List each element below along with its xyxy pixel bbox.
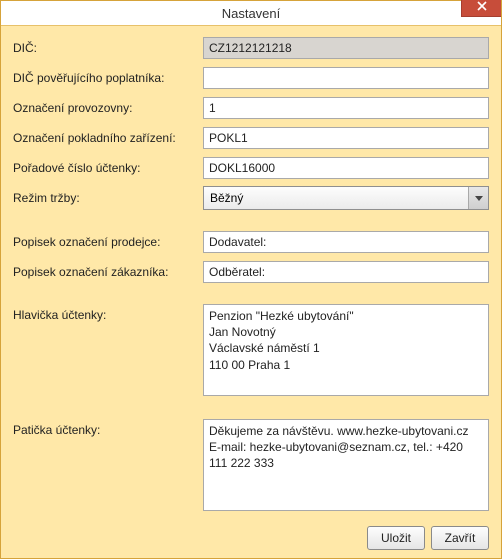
row-poradove: Pořadové číslo účtenky: — [13, 156, 489, 180]
popisek-zakaznik-field[interactable] — [203, 261, 489, 283]
label-paticka: Patička účtenky: — [13, 419, 203, 441]
label-popisek-zakaznik: Popisek označení zákazníka: — [13, 261, 203, 283]
row-provozovna: Označení provozovny: — [13, 96, 489, 120]
row-popisek-zakaznik: Popisek označení zákazníka: — [13, 260, 489, 284]
close-icon — [477, 1, 487, 11]
paticka-field[interactable] — [203, 419, 489, 511]
hlavicka-field[interactable] — [203, 304, 489, 396]
row-hlavicka: Hlavička účtenky: — [13, 304, 489, 399]
close-window-button[interactable] — [461, 0, 501, 17]
zarizeni-field[interactable] — [203, 127, 489, 149]
close-button[interactable]: Zavřít — [431, 526, 489, 550]
titlebar: Nastavení — [1, 1, 501, 26]
chevron-down-icon — [468, 187, 488, 209]
settings-window: Nastavení DIČ: DIČ pověřujícího poplatní… — [0, 0, 502, 559]
row-rezim: Režim tržby: Běžný — [13, 186, 489, 210]
label-dic: DIČ: — [13, 37, 203, 59]
row-zarizeni: Označení pokladního zařízení: — [13, 126, 489, 150]
dic-pov-field[interactable] — [203, 67, 489, 89]
save-button[interactable]: Uložit — [367, 526, 425, 550]
provozovna-field[interactable] — [203, 97, 489, 119]
label-poradove: Pořadové číslo účtenky: — [13, 157, 203, 179]
label-zarizeni: Označení pokladního zařízení: — [13, 127, 203, 149]
label-popisek-prodejce: Popisek označení prodejce: — [13, 231, 203, 253]
dialog-content: DIČ: DIČ pověřujícího poplatníka: Označe… — [1, 26, 501, 558]
dic-field[interactable] — [203, 37, 489, 59]
label-provozovna: Označení provozovny: — [13, 97, 203, 119]
label-rezim: Režim tržby: — [13, 187, 203, 209]
window-title: Nastavení — [1, 6, 501, 21]
popisek-prodejce-field[interactable] — [203, 231, 489, 253]
dialog-buttons: Uložit Zavřít — [13, 520, 489, 550]
row-dic: DIČ: — [13, 36, 489, 60]
row-dic-pov: DIČ pověřujícího poplatníka: — [13, 66, 489, 90]
poradove-field[interactable] — [203, 157, 489, 179]
row-popisek-prodejce: Popisek označení prodejce: — [13, 230, 489, 254]
label-dic-pov: DIČ pověřujícího poplatníka: — [13, 67, 203, 89]
rezim-value: Běžný — [210, 191, 243, 205]
label-hlavicka: Hlavička účtenky: — [13, 304, 203, 326]
rezim-select[interactable]: Běžný — [203, 186, 489, 210]
row-paticka: Patička účtenky: — [13, 419, 489, 514]
